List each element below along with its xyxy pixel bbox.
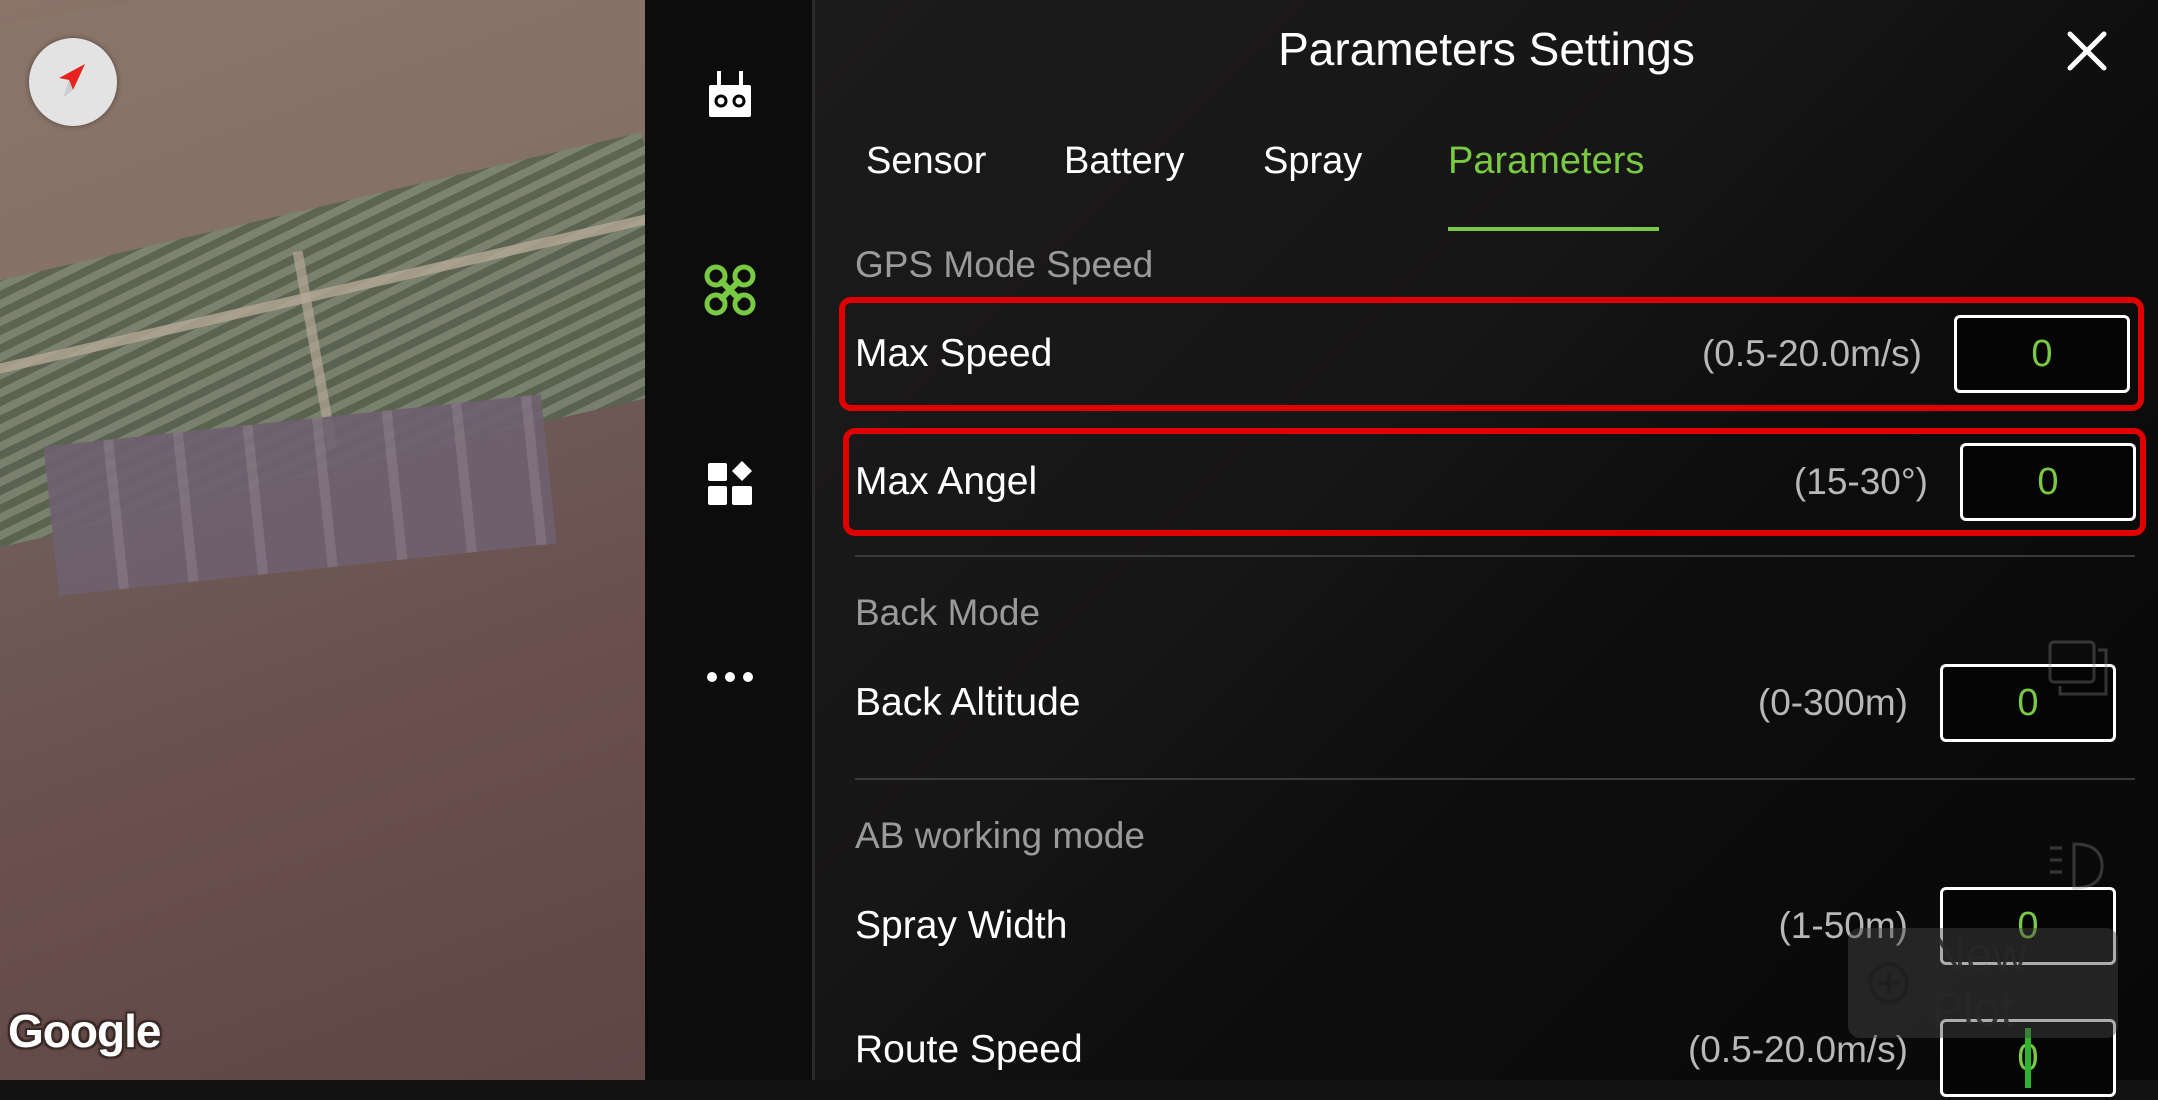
- sidebar-item-apps[interactable]: [695, 448, 765, 518]
- max-angel-input[interactable]: 0: [1960, 443, 2136, 521]
- setting-range: (15-30°): [1793, 461, 1928, 502]
- drone-icon: [704, 264, 756, 316]
- sidebar: [645, 0, 815, 1080]
- tab-parameters[interactable]: Parameters: [1448, 140, 1644, 183]
- tab-spray[interactable]: Spray: [1263, 140, 1362, 183]
- plus-circle-icon: [1868, 962, 1910, 1004]
- setting-label: Route Speed: [855, 1028, 1083, 1071]
- headlight-icon: [2048, 842, 2108, 899]
- max-speed-input[interactable]: 0: [1954, 315, 2130, 393]
- panel-title: Parameters Settings: [1278, 23, 1695, 75]
- more-dots-icon: [707, 672, 753, 682]
- tab-battery[interactable]: Battery: [1064, 140, 1184, 183]
- setting-label: Spray Width: [855, 904, 1068, 947]
- section-title-ab-working-mode: AB working mode: [855, 815, 1145, 856]
- new-plot-label: New Plot: [1931, 929, 2028, 1037]
- section-title-back-mode: Back Mode: [855, 592, 1041, 633]
- compass-button[interactable]: [29, 38, 117, 126]
- active-tab-indicator: [1448, 227, 1659, 231]
- remote-controller-icon: [709, 71, 751, 117]
- sidebar-item-more[interactable]: [695, 642, 765, 712]
- setting-row-max-speed: Max Speed (0.5-20.0m/s) 0: [839, 297, 2144, 411]
- sidebar-item-drone[interactable]: [695, 255, 765, 325]
- setting-label: Back Altitude: [855, 681, 1081, 724]
- layers-icon: [2048, 640, 2112, 705]
- close-icon: [2067, 31, 2107, 71]
- parameters-settings-panel: Parameters Settings Sensor Battery Spray…: [815, 0, 2158, 1097]
- sidebar-item-remote-controller[interactable]: [695, 62, 765, 132]
- satellite-map[interactable]: Google: [0, 0, 645, 1080]
- section-divider: [855, 778, 2135, 780]
- close-button[interactable]: [2062, 26, 2112, 76]
- setting-label: Max Speed: [855, 332, 1053, 375]
- setting-row-max-angel: Max Angel (15-30°) 0: [843, 428, 2146, 536]
- compass-arrow-icon: [59, 64, 85, 98]
- section-title-gps-mode-speed: GPS Mode Speed: [855, 244, 1154, 285]
- setting-row-back-altitude: Back Altitude (0-300m) 0: [845, 653, 2150, 753]
- setting-range: (0-300m): [1757, 682, 1908, 723]
- new-plot-button[interactable]: New Plot: [1848, 928, 2118, 1038]
- setting-range: (0.5-20.0m/s): [1701, 333, 1922, 374]
- setting-label: Max Angel: [855, 460, 1038, 503]
- google-attribution: Google: [8, 1005, 161, 1057]
- section-divider: [855, 555, 2135, 557]
- tab-sensor[interactable]: Sensor: [866, 140, 986, 183]
- apps-grid-icon: [708, 461, 752, 505]
